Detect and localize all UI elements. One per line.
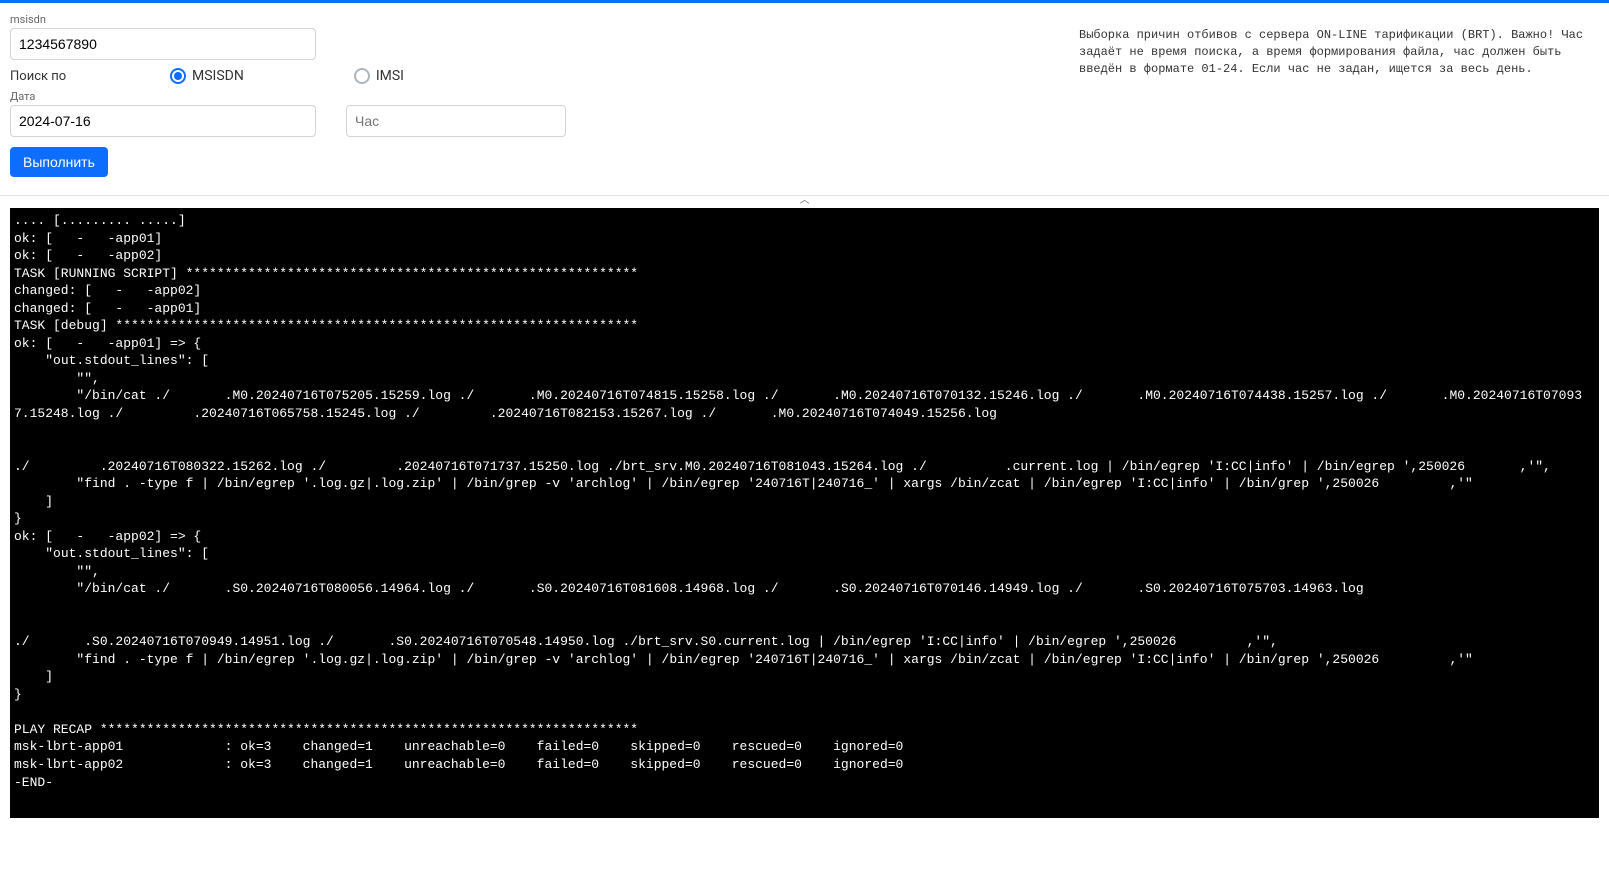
radio-msisdn-label: MSISDN — [192, 68, 244, 84]
search-by-label: Поиск по — [10, 69, 160, 84]
radio-msisdn[interactable]: MSISDN — [170, 68, 244, 84]
date-label: Дата — [10, 90, 316, 103]
submit-row: Выполнить — [10, 147, 566, 177]
console-output: .... [......... .....] ok: [ - -app01] o… — [10, 208, 1599, 818]
form-left: msisdn Поиск по MSISDN IMSI Дата — [10, 13, 566, 185]
msisdn-input[interactable] — [10, 28, 316, 60]
form-panel: msisdn Поиск по MSISDN IMSI Дата — [0, 3, 1609, 196]
radio-imsi-icon — [354, 68, 370, 84]
radio-imsi-label: IMSI — [376, 68, 404, 84]
help-text: Выборка причин отбивов с сервера ON-LINE… — [1079, 13, 1599, 185]
msisdn-row: msisdn — [10, 13, 566, 60]
search-by-row: Поиск по MSISDN IMSI — [10, 68, 566, 84]
collapse-handle[interactable]: ︿ — [0, 196, 1609, 208]
hour-input[interactable] — [346, 105, 566, 137]
msisdn-label: msisdn — [10, 13, 566, 26]
radio-msisdn-icon — [170, 68, 186, 84]
chevron-up-icon: ︿ — [800, 195, 810, 206]
date-input[interactable] — [10, 105, 316, 137]
date-row: Дата — [10, 90, 566, 137]
radio-imsi[interactable]: IMSI — [354, 68, 404, 84]
submit-button[interactable]: Выполнить — [10, 147, 108, 177]
